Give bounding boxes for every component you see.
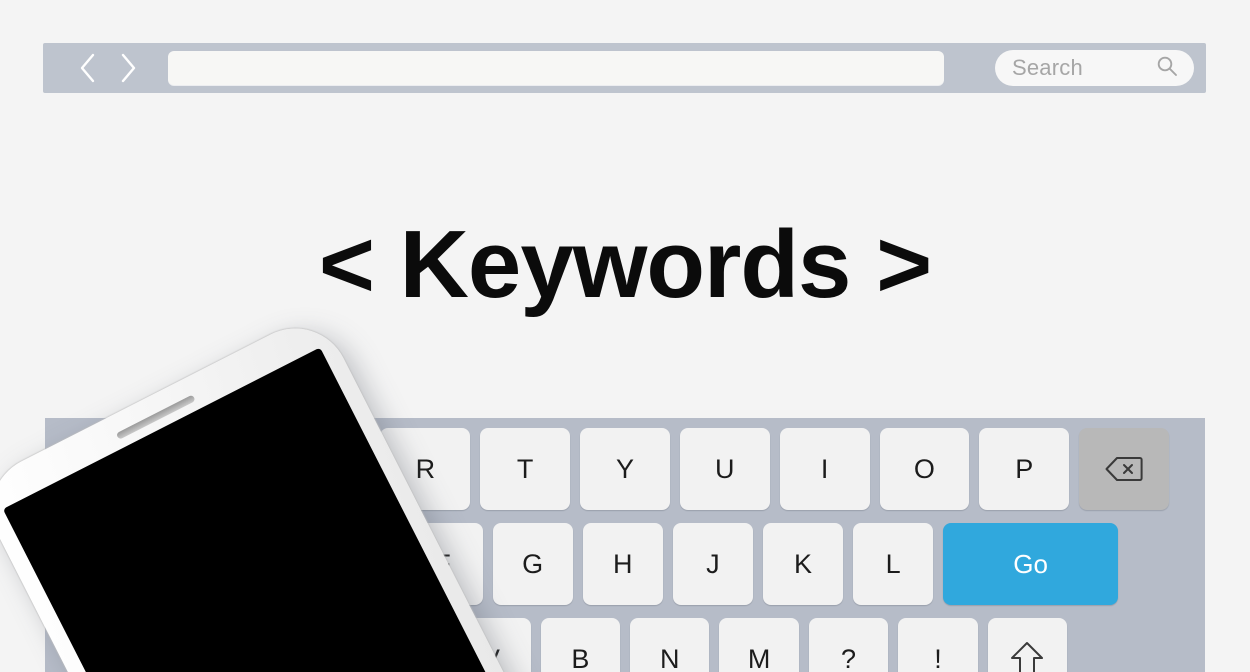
key-question[interactable]: ? bbox=[808, 618, 889, 672]
key-o[interactable]: O bbox=[879, 428, 970, 510]
browser-toolbar: Search bbox=[43, 43, 1206, 93]
key-j[interactable]: J bbox=[672, 523, 753, 605]
backspace-icon bbox=[1104, 455, 1144, 483]
shift-key[interactable] bbox=[987, 618, 1068, 672]
key-t[interactable]: T bbox=[480, 428, 571, 510]
key-m[interactable]: M bbox=[719, 618, 799, 672]
backspace-key[interactable] bbox=[1079, 428, 1169, 510]
search-field[interactable]: Search bbox=[995, 50, 1194, 86]
key-u[interactable]: U bbox=[679, 428, 770, 510]
key-n[interactable]: N bbox=[630, 618, 710, 672]
forward-button[interactable] bbox=[111, 43, 145, 93]
key-h[interactable]: H bbox=[582, 523, 663, 605]
go-key[interactable]: Go bbox=[943, 523, 1118, 605]
key-exclamation[interactable]: ! bbox=[898, 618, 978, 672]
url-input[interactable] bbox=[168, 51, 944, 85]
search-placeholder: Search bbox=[1012, 55, 1083, 80]
key-b[interactable]: B bbox=[540, 618, 621, 672]
key-l[interactable]: L bbox=[853, 523, 934, 605]
key-p[interactable]: P bbox=[979, 428, 1070, 510]
chevron-right-icon bbox=[118, 52, 138, 84]
chevron-left-icon bbox=[78, 52, 98, 84]
key-g[interactable]: G bbox=[492, 523, 573, 605]
key-k[interactable]: K bbox=[762, 523, 844, 605]
key-i[interactable]: I bbox=[779, 428, 870, 510]
back-button[interactable] bbox=[71, 43, 105, 93]
page-title: < Keywords > bbox=[318, 211, 932, 318]
key-y[interactable]: Y bbox=[580, 428, 670, 510]
magnifying-glass-icon[interactable] bbox=[1156, 55, 1178, 82]
shift-arrow-icon bbox=[1010, 641, 1044, 672]
